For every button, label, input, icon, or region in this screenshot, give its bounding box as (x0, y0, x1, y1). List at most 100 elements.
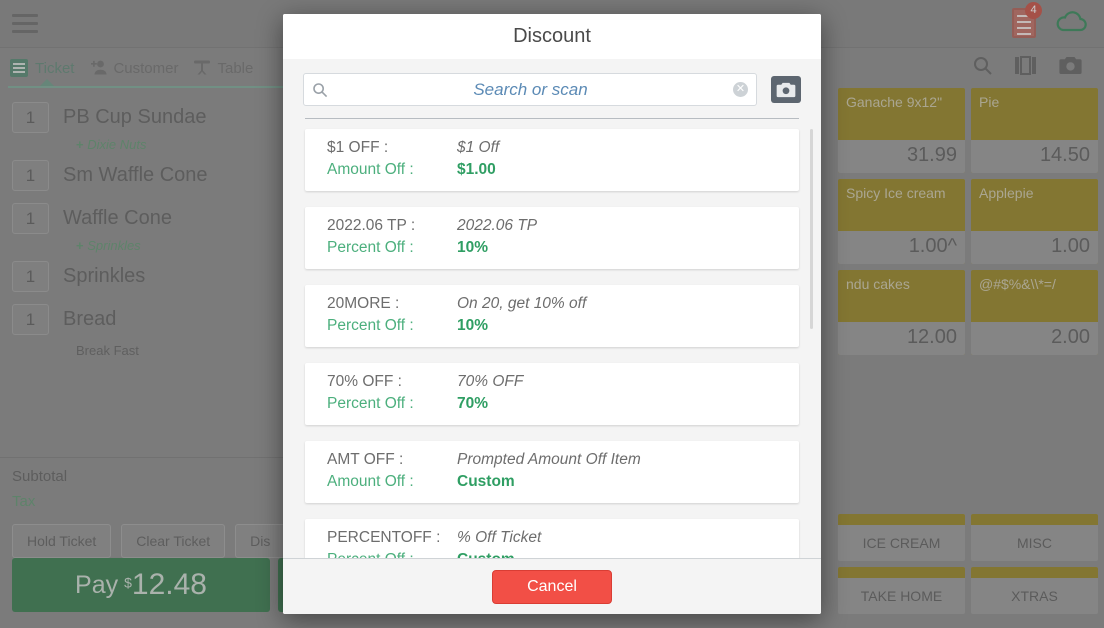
ticket-action-buttons: Hold Ticket Clear Ticket Dis (0, 524, 300, 558)
tab-customer-label: Customer (113, 59, 179, 77)
product-tile[interactable]: Spicy Ice cream 1.00^ (838, 179, 965, 264)
product-name: Ganache 9x12" (846, 94, 943, 110)
topbar-right-icons: 4 (1012, 2, 1090, 38)
discount-description: $1 Off (457, 139, 500, 156)
list-scrollbar[interactable] (810, 129, 813, 552)
tab-ticket[interactable]: Ticket (10, 59, 74, 77)
category-button[interactable]: MISC (971, 514, 1098, 561)
hold-ticket-button[interactable]: Hold Ticket (12, 524, 112, 558)
item-name: Waffle Cone (63, 207, 172, 229)
product-tile[interactable]: Ganache 9x12" 31.99 (838, 88, 965, 173)
discount-value: 10% (457, 239, 489, 256)
search-icon[interactable] (972, 55, 993, 81)
discount-dialog: Discount Search or scan ✕ $1 OFF: $1 Of… (283, 14, 821, 614)
item-qty[interactable]: 1 (12, 203, 49, 234)
discount-description: % Off Ticket (457, 529, 542, 546)
discount-value: 10% (457, 317, 489, 334)
subtotal-label: Subtotal (12, 468, 68, 485)
hamburger-icon[interactable] (12, 14, 38, 34)
discount-type: Percent Off : (327, 317, 414, 334)
product-tile[interactable]: ndu cakes 12.00 (838, 270, 965, 355)
tab-ticket-label: Ticket (35, 59, 75, 77)
tabs-underline (8, 86, 300, 88)
pay-label: Pay (75, 570, 119, 599)
list-item[interactable]: 1 Sm Waffle Cone (0, 154, 300, 197)
cancel-button[interactable]: Cancel (492, 569, 612, 604)
pos-app-screen: 4 Ticket Customer Table 1 PB Cup Sundae … (0, 0, 1104, 628)
category-color-bar (971, 514, 1098, 525)
list-item[interactable]: 1 Sprinkles (0, 255, 300, 298)
category-button[interactable]: TAKE HOME (838, 567, 965, 614)
product-price: 1.00^ (838, 231, 965, 264)
discount-description: 2022.06 TP (457, 217, 538, 234)
pay-button[interactable]: Pay $12.48 (12, 558, 270, 612)
item-qty[interactable]: 1 (12, 261, 49, 292)
search-input[interactable]: Search or scan ✕ (303, 73, 757, 106)
list-item[interactable]: 20MORE : On 20, get 10% off Percent Off :… (305, 285, 799, 347)
category-color-bar (971, 567, 1098, 578)
columns-icon[interactable] (1015, 56, 1037, 80)
item-name: Bread (63, 308, 117, 330)
product-price: 2.00 (971, 322, 1098, 355)
discount-description: 70% OFF (457, 373, 524, 390)
product-price: 12.00 (838, 322, 965, 355)
list-item[interactable]: 2022.06 TP : 2022.06 TP Percent Off : 10% (305, 207, 799, 269)
product-name: Applepie (979, 185, 1034, 201)
product-name: Pie (979, 94, 1000, 110)
list-item[interactable]: 1 Waffle Cone + Sprinkles (0, 197, 300, 253)
product-tile[interactable]: Applepie 1.00 (971, 179, 1098, 264)
pay-currency: $ (124, 574, 132, 591)
pay-amount: 12.48 (131, 568, 207, 601)
ticket-tabs: Ticket Customer Table (0, 48, 300, 88)
item-name: Sm Waffle Cone (63, 164, 208, 186)
discount-description: Prompted Amount Off Item (457, 451, 641, 468)
clear-ticket-button[interactable]: Clear Ticket (121, 524, 226, 558)
category-label: MISC (1017, 535, 1052, 551)
list-item[interactable]: AMT OFF : Prompted Amount Off Item Amount… (305, 441, 799, 503)
product-name: Spicy Ice cream (846, 185, 946, 201)
list-item[interactable]: 1 PB Cup Sundae + Dixie Nuts (0, 96, 300, 152)
product-price: 14.50 (971, 140, 1098, 173)
item-qty[interactable]: 1 (12, 102, 49, 133)
discount-value: $1.00 (457, 161, 496, 178)
product-tile[interactable]: @#$%&\\*=/ 2.00 (971, 270, 1098, 355)
list-item[interactable]: PERCENTOFF : % Off Ticket Percent Off :Cu… (305, 519, 799, 558)
category-button[interactable]: ICE CREAM (838, 514, 965, 561)
search-icon (312, 82, 328, 98)
ticket-totals: Subtotal Tax (0, 457, 300, 524)
discount-code: 20MORE : (327, 295, 400, 312)
list-item[interactable]: $1 OFF : $1 Off Amount Off : $1.00 (305, 129, 799, 191)
scrollbar-thumb[interactable] (810, 129, 813, 329)
list-item[interactable]: 70% OFF : 70% OFF Percent Off : 70% (305, 363, 799, 425)
dialog-footer: Cancel (283, 558, 821, 614)
discount-button[interactable]: Dis (235, 524, 286, 558)
item-qty[interactable]: 1 (12, 160, 49, 191)
list-item[interactable]: 1 Bread Break Fast (0, 298, 300, 358)
item-modifier: + Dixie Nuts (76, 137, 147, 152)
discount-code: 2022.06 TP : (327, 217, 416, 234)
camera-icon[interactable] (1059, 56, 1082, 80)
category-label: ICE CREAM (862, 535, 941, 551)
discount-list[interactable]: $1 OFF : $1 Off Amount Off : $1.00 2022.06… (283, 119, 821, 558)
receipt-icon[interactable]: 4 (1012, 2, 1042, 38)
discount-code: 70% OFF : (327, 373, 402, 390)
discount-type: Percent Off : (327, 395, 414, 412)
discount-value: Custom (457, 473, 515, 490)
clear-icon[interactable]: ✕ (733, 82, 748, 97)
category-label: TAKE HOME (860, 588, 943, 604)
product-price: 1.00 (971, 231, 1098, 264)
cloud-icon[interactable] (1054, 10, 1090, 36)
product-tile[interactable]: Pie 14.50 (971, 88, 1098, 173)
camera-scan-button[interactable] (771, 76, 801, 103)
tab-table[interactable]: Table (192, 59, 253, 77)
product-price: 31.99 (838, 140, 965, 173)
table-icon (192, 59, 211, 77)
category-button[interactable]: XTRAS (971, 567, 1098, 614)
product-name: ndu cakes (846, 276, 910, 292)
tab-table-label: Table (217, 59, 254, 77)
discount-type: Percent Off : (327, 239, 414, 256)
item-qty[interactable]: 1 (12, 304, 49, 335)
item-subtext: Break Fast (76, 343, 139, 358)
tab-customer[interactable]: Customer (88, 59, 178, 77)
add-person-icon (88, 59, 107, 77)
